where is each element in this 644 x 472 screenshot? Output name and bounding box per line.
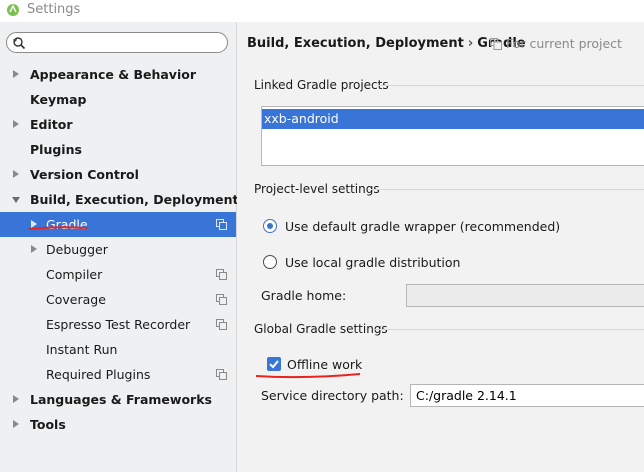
sidebar-item-label: Languages & Frameworks <box>30 392 212 407</box>
offline-work-checkbox[interactable] <box>267 357 281 371</box>
sidebar-item-keymap[interactable]: Keymap <box>0 87 236 112</box>
sidebar-item-coverage[interactable]: Coverage <box>0 287 236 312</box>
project-scope-icon <box>216 269 227 280</box>
linked-projects-title: Linked Gradle projects <box>254 78 389 92</box>
service-directory-field[interactable] <box>410 384 644 407</box>
checkmark-icon <box>269 360 279 369</box>
chevron-right-icon[interactable] <box>13 70 19 78</box>
search-box[interactable] <box>6 32 228 53</box>
chevron-right-icon[interactable] <box>31 245 37 253</box>
sidebar-item-build-execution-deployment[interactable]: Build, Execution, Deployment <box>0 187 239 212</box>
sidebar-item-label: Required Plugins <box>46 367 151 382</box>
gradle-settings-panel: Build, Execution, Deployment›Gradle For … <box>237 22 644 472</box>
sidebar-item-label: Instant Run <box>46 342 118 357</box>
list-item[interactable]: xxb-android <box>262 109 644 129</box>
title-bar: Settings <box>0 0 644 22</box>
window-title: Settings <box>27 2 81 17</box>
gradle-home-field[interactable] <box>406 284 644 307</box>
sidebar-item-label: Editor <box>30 117 73 132</box>
project-level-title: Project-level settings <box>254 182 380 196</box>
global-settings-title: Global Gradle settings <box>254 322 388 336</box>
sidebar-item-label: Plugins <box>30 142 82 157</box>
local-distribution-label[interactable]: Use local gradle distribution <box>285 255 460 270</box>
breadcrumb: Build, Execution, Deployment›Gradle <box>247 36 526 51</box>
sidebar-item-editor[interactable]: Editor <box>0 112 236 137</box>
sidebar-item-label: Tools <box>30 417 66 432</box>
sidebar-item-label: Compiler <box>46 267 103 282</box>
project-scope-icon <box>216 369 227 380</box>
section-divider <box>377 85 644 86</box>
sidebar-item-plugins[interactable]: Plugins <box>0 137 236 162</box>
sidebar-item-label: Appearance & Behavior <box>30 67 196 82</box>
settings-sidebar: Appearance & Behavior Keymap Editor Plug… <box>0 22 239 472</box>
sidebar-item-instant-run[interactable]: Instant Run <box>0 337 236 362</box>
project-scope-icon <box>490 38 502 50</box>
sidebar-item-label: Espresso Test Recorder <box>46 317 191 332</box>
sidebar-item-label: Coverage <box>46 292 106 307</box>
red-underline-annotation <box>255 373 361 379</box>
default-wrapper-label[interactable]: Use default gradle wrapper (recommended) <box>285 219 560 234</box>
section-divider <box>370 189 644 190</box>
scope-label: For current project <box>506 36 622 51</box>
sidebar-item-compiler[interactable]: Compiler <box>0 262 236 287</box>
project-scope-icon <box>216 219 227 230</box>
sidebar-item-appearance-behavior[interactable]: Appearance & Behavior <box>0 62 236 87</box>
gradle-home-label: Gradle home: <box>261 288 347 303</box>
default-wrapper-radio[interactable] <box>263 219 277 233</box>
chevron-down-icon[interactable] <box>12 197 20 203</box>
sidebar-item-label: Build, Execution, Deployment <box>30 192 239 207</box>
chevron-right-icon[interactable] <box>13 170 19 178</box>
breadcrumb-separator: › <box>467 36 474 51</box>
project-scope-icon <box>216 319 227 330</box>
red-underline-annotation <box>28 226 89 230</box>
chevron-right-icon[interactable] <box>13 395 19 403</box>
linked-projects-list[interactable]: xxb-android <box>261 106 644 166</box>
service-directory-label: Service directory path: <box>261 388 404 403</box>
breadcrumb-parent: Build, Execution, Deployment <box>247 36 464 51</box>
sidebar-item-languages-frameworks[interactable]: Languages & Frameworks <box>0 387 236 412</box>
sidebar-item-required-plugins[interactable]: Required Plugins <box>0 362 236 387</box>
section-divider <box>373 329 644 330</box>
chevron-right-icon[interactable] <box>13 120 19 128</box>
project-scope-icon <box>216 294 227 305</box>
sidebar-item-label: Keymap <box>30 92 87 107</box>
sidebar-item-version-control[interactable]: Version Control <box>0 162 236 187</box>
sidebar-item-label: Version Control <box>30 167 139 182</box>
local-distribution-radio[interactable] <box>263 255 277 269</box>
search-input[interactable] <box>31 34 225 53</box>
sidebar-item-espresso-test-recorder[interactable]: Espresso Test Recorder <box>0 312 236 337</box>
search-icon <box>13 37 26 50</box>
sidebar-item-tools[interactable]: Tools <box>0 412 236 437</box>
sidebar-item-debugger[interactable]: Debugger <box>0 237 236 262</box>
chevron-right-icon[interactable] <box>13 420 19 428</box>
android-studio-app-icon <box>7 4 19 16</box>
sidebar-item-label: Debugger <box>46 242 108 257</box>
